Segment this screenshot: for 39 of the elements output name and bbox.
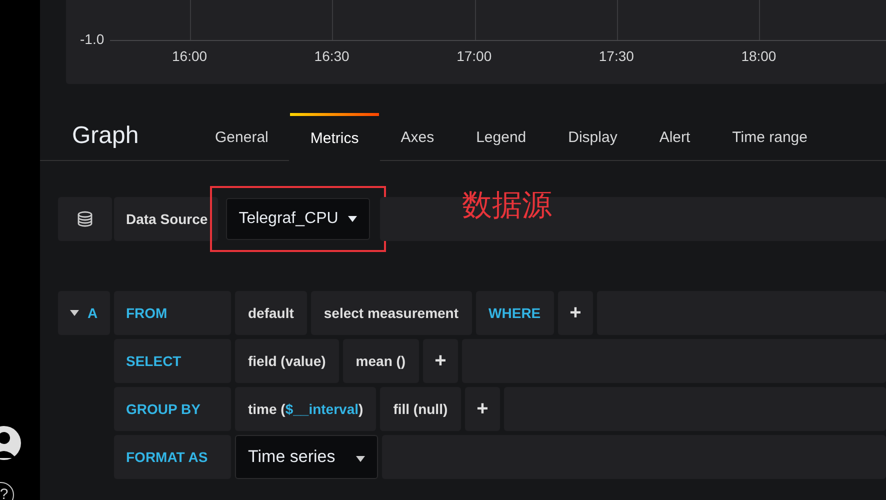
query-clause-label: FROM <box>114 291 231 335</box>
tab[interactable]: Display <box>547 113 638 161</box>
query-clause-label: GROUP BY <box>114 387 231 431</box>
help-button[interactable]: ? <box>0 482 14 500</box>
data-source-label: Data Source <box>114 197 218 241</box>
query-segment-button[interactable]: default <box>235 291 307 335</box>
x-axis-label: 17:30 <box>598 48 634 64</box>
tab[interactable]: Time range <box>711 113 828 161</box>
query-clause-label: SELECT <box>114 339 231 383</box>
query-segment-button[interactable]: time ($__interval) <box>235 387 376 431</box>
tab[interactable]: General <box>194 113 290 161</box>
query-clause-label: FORMAT AS <box>114 435 231 479</box>
query-segment-button[interactable]: field (value) <box>235 339 339 383</box>
query-toggle[interactable]: A <box>58 291 110 335</box>
query-segment-button[interactable]: mean () <box>342 339 419 383</box>
caret-icon <box>356 456 365 462</box>
tab[interactable]: Alert <box>638 113 712 161</box>
annotation-text: 数据源 <box>462 188 552 224</box>
where-button[interactable]: WHERE <box>476 291 554 335</box>
caret-icon <box>70 310 80 316</box>
tab[interactable]: Legend <box>455 113 548 161</box>
x-axis-label: 18:00 <box>741 48 776 64</box>
add-button[interactable]: + <box>464 387 500 431</box>
tab[interactable]: Metrics <box>289 113 380 161</box>
y-axis-label: -1.0 <box>80 31 104 47</box>
add-button[interactable]: + <box>422 339 458 383</box>
database-icon <box>77 211 93 227</box>
x-axis-label: 16:30 <box>314 48 350 64</box>
format-select[interactable]: Time series <box>235 435 378 479</box>
x-axis-label: 16:00 <box>172 48 208 64</box>
data-source-select[interactable]: Telegraf_CPU <box>226 198 370 240</box>
panel-title: Graph <box>72 122 140 151</box>
add-button[interactable]: + <box>558 291 594 335</box>
x-axis-label: 17:00 <box>456 48 492 64</box>
tab[interactable]: Axes <box>380 113 456 161</box>
query-segment-button[interactable]: select measurement <box>310 291 472 335</box>
caret-icon <box>348 216 358 222</box>
query-segment-button[interactable]: fill (null) <box>380 387 461 431</box>
avatar-icon[interactable] <box>0 426 21 460</box>
